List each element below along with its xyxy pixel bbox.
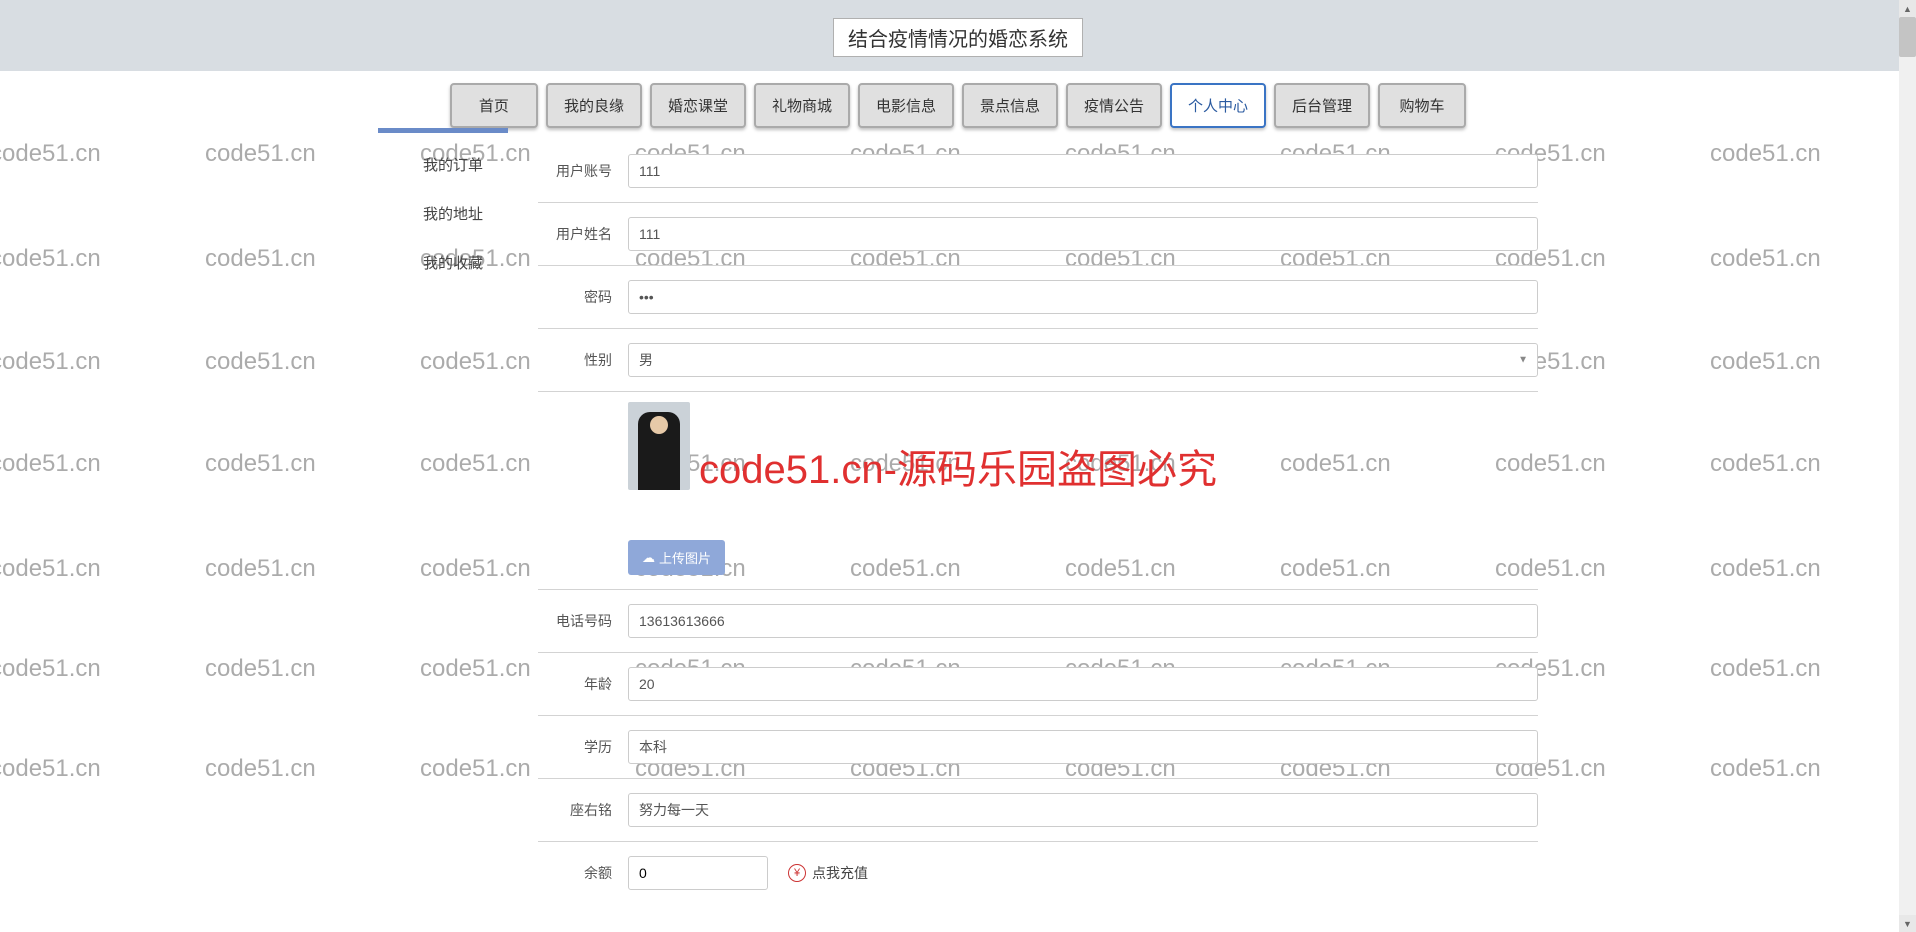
education-input[interactable]: [628, 730, 1538, 764]
balance-label: 余额: [538, 863, 628, 883]
nav-item-2[interactable]: 婚恋课堂: [650, 83, 746, 128]
upload-photo-button[interactable]: ☁ 上传图片: [628, 540, 725, 575]
password-label: 密码: [538, 287, 628, 307]
chevron-down-icon: ▼: [1518, 355, 1528, 366]
cloud-upload-icon: ☁: [642, 550, 655, 566]
sidebar-item-2[interactable]: 我的收藏: [378, 238, 528, 287]
age-input[interactable]: [628, 667, 1538, 701]
age-label: 年龄: [538, 674, 628, 694]
account-label: 用户账号: [538, 161, 628, 181]
nav-item-0[interactable]: 首页: [450, 83, 538, 128]
nav-item-5[interactable]: 景点信息: [962, 83, 1058, 128]
nav-item-1[interactable]: 我的良缘: [546, 83, 642, 128]
scroll-thumb[interactable]: [1899, 17, 1916, 57]
motto-label: 座右铭: [538, 800, 628, 820]
sidebar-item-0[interactable]: 我的订单: [378, 140, 528, 189]
upload-button-label: 上传图片: [659, 548, 711, 567]
name-label: 用户姓名: [538, 224, 628, 244]
yen-icon: ¥: [788, 864, 806, 882]
balance-input[interactable]: [628, 856, 768, 890]
recharge-link[interactable]: ¥ 点我充值: [788, 863, 868, 883]
account-input[interactable]: [628, 154, 1538, 188]
sidebar-item-1[interactable]: 我的地址: [378, 189, 528, 238]
profile-form: 用户账号 用户姓名 密码 性别 ▼: [528, 140, 1538, 904]
motto-input[interactable]: [628, 793, 1538, 827]
nav-item-3[interactable]: 礼物商城: [754, 83, 850, 128]
name-input[interactable]: [628, 217, 1538, 251]
gender-label: 性别: [538, 350, 628, 370]
nav-item-9[interactable]: 购物车: [1378, 83, 1466, 128]
top-banner: 结合疫情情况的婚恋系统: [0, 0, 1916, 71]
page-title: 结合疫情情况的婚恋系统: [833, 18, 1083, 57]
education-label: 学历: [538, 737, 628, 757]
password-input[interactable]: [628, 280, 1538, 314]
nav-item-6[interactable]: 疫情公告: [1066, 83, 1162, 128]
phone-label: 电话号码: [538, 611, 628, 631]
scroll-down-button[interactable]: ▼: [1899, 915, 1916, 932]
sidebar: 我的订单我的地址我的收藏: [378, 140, 528, 904]
main-nav: 首页我的良缘婚恋课堂礼物商城电影信息景点信息疫情公告个人中心后台管理购物车: [0, 71, 1916, 140]
vertical-scrollbar[interactable]: ▲ ▼: [1899, 0, 1916, 932]
recharge-label: 点我充值: [812, 863, 868, 883]
scroll-up-button[interactable]: ▲: [1899, 0, 1916, 17]
sidebar-active-indicator: [378, 128, 508, 133]
nav-item-4[interactable]: 电影信息: [858, 83, 954, 128]
phone-input[interactable]: [628, 604, 1538, 638]
nav-item-7[interactable]: 个人中心: [1170, 83, 1266, 128]
gender-select[interactable]: [628, 343, 1538, 377]
profile-photo-thumb: [628, 402, 690, 490]
nav-item-8[interactable]: 后台管理: [1274, 83, 1370, 128]
